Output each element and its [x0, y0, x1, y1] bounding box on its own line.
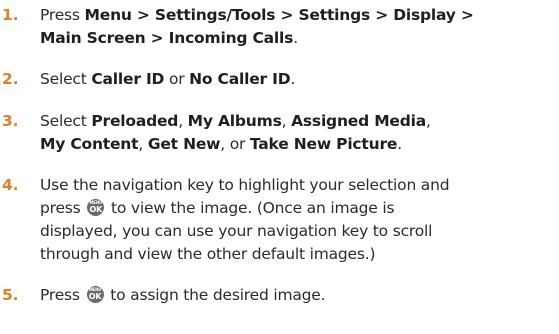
text-line: through and view the other default image… [40, 243, 553, 266]
text-run: . [290, 70, 296, 88]
text-run: . [397, 135, 402, 153]
step-number: 4. [2, 176, 19, 194]
step-text: Select Preloaded, My Albums, Assigned Me… [40, 110, 553, 156]
step-number: 1. [2, 6, 19, 24]
text-line: Select Caller ID or No Caller ID. [40, 68, 553, 91]
text-line: displayed, you can use your navigation k… [40, 220, 553, 243]
step-number: 2. [2, 70, 19, 88]
bold-term: Assigned Media [291, 112, 426, 130]
step-text: Press Menu > Settings/Tools > Settings >… [40, 4, 553, 50]
step-text: Press MENU OK to assign the desired image… [40, 284, 553, 307]
step-number: 3. [2, 112, 19, 130]
bold-term: No Caller ID [189, 70, 291, 88]
text-line: My Content, Get New, or Take New Picture… [40, 133, 553, 156]
text-run: Press [40, 6, 85, 24]
bold-term: Menu > Settings/Tools > Settings > Displ… [84, 6, 474, 24]
text-line: Select Preloaded, My Albums, Assigned Me… [40, 110, 553, 133]
text-run: Select [40, 70, 92, 88]
text-run: , [178, 112, 188, 130]
text-run: , [138, 135, 148, 153]
step-text: Select Caller ID or No Caller ID. [40, 68, 553, 91]
text-line: Press MENU OK to assign the desired image… [40, 284, 553, 307]
text-run: to assign the desired image. [105, 286, 326, 304]
text-run: , or [220, 135, 250, 153]
text-run: , [426, 112, 431, 130]
icon-label-ok: OK [89, 205, 103, 214]
bold-term: Preloaded [91, 112, 179, 130]
text-run: displayed, you can use your navigation k… [40, 222, 433, 240]
instruction-steps: 1. Press Menu > Settings/Tools > Setting… [0, 0, 559, 334]
text-line: press MENU OK to view the image. (Once an… [40, 197, 553, 220]
icon-label-ok: OK [88, 292, 102, 301]
step-number: 5. [2, 286, 19, 304]
bold-term: My Content [40, 135, 139, 153]
menu-ok-icon: MENU OK [87, 199, 105, 216]
bold-term: Take New Picture [249, 135, 398, 153]
text-run: through and view the other default image… [40, 245, 376, 263]
text-run: to view the image. (Once an image is [106, 199, 395, 217]
bold-term: Caller ID [91, 70, 165, 88]
text-run: press [40, 199, 86, 217]
text-run: Use the navigation key to highlight your… [40, 176, 450, 194]
text-line: Use the navigation key to highlight your… [40, 174, 553, 197]
text-line: Press Menu > Settings/Tools > Settings >… [40, 4, 553, 27]
text-run: Select [40, 112, 92, 130]
step-text: Use the navigation key to highlight your… [40, 174, 553, 266]
text-run: , [281, 112, 292, 130]
bold-term: My Albums [187, 112, 282, 130]
bold-term: Main Screen > Incoming Calls [40, 29, 294, 47]
text-run: Press [40, 286, 85, 304]
menu-ok-icon: MENU OK [86, 286, 104, 303]
text-line: Main Screen > Incoming Calls. [40, 27, 553, 50]
bold-term: Get New [147, 135, 221, 153]
text-run: . [293, 29, 298, 47]
text-run: or [164, 70, 190, 88]
